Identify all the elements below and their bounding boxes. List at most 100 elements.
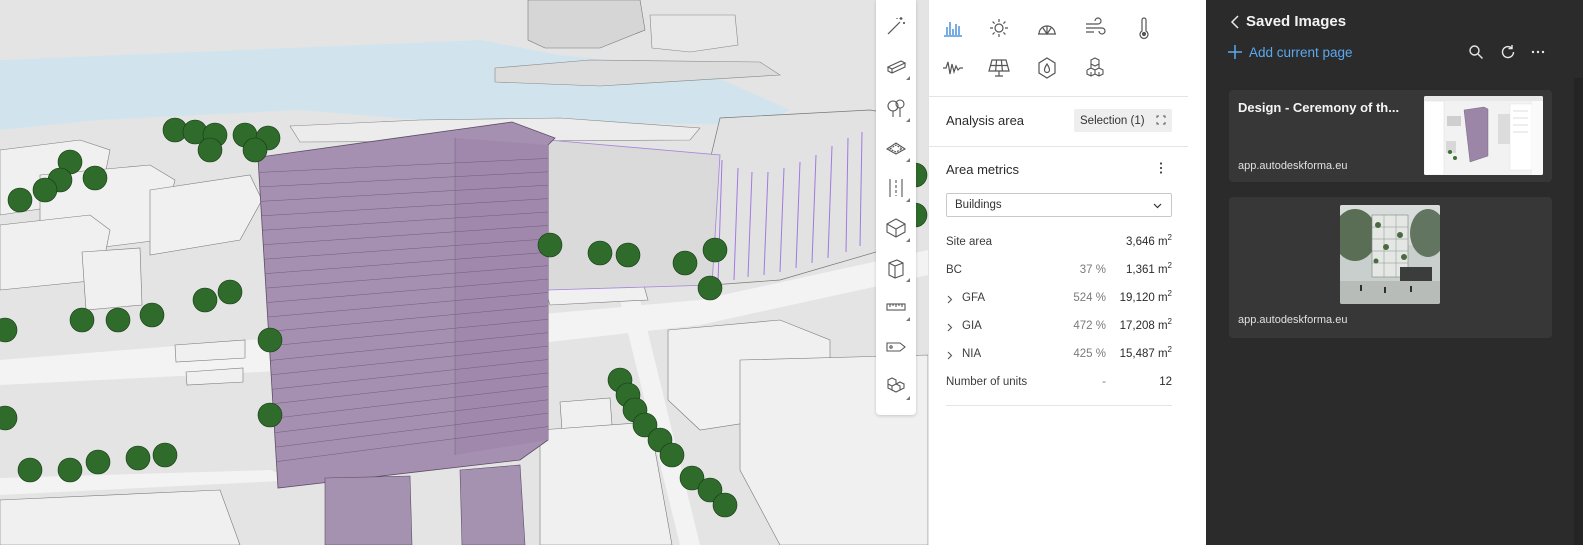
noise-wave-icon[interactable] [939,54,967,82]
metric-percent: - [1102,376,1106,388]
tree [192,287,218,313]
metric-value: 12 [1159,376,1172,388]
tree [57,457,83,483]
plus-icon [1228,45,1242,59]
wind-icon[interactable] [1081,14,1109,42]
tree-icon[interactable] [882,94,910,122]
modeling-toolbar [876,0,916,415]
magic-wand-icon[interactable] [882,12,910,40]
scrollbar[interactable] [1574,78,1583,545]
card-url: app.autodeskforma.eu [1238,160,1348,172]
metric-row[interactable]: NIA 425 % 15,487 m2 [946,345,1172,367]
wall-icon[interactable] [882,52,910,80]
tree [82,165,108,191]
3d-viewport[interactable] [0,0,928,545]
selection-button[interactable]: Selection (1) [1074,109,1172,132]
tree [672,250,698,276]
add-current-page-button[interactable]: Add current page [1228,42,1353,62]
tree [702,237,728,263]
area-metrics-label: Area metrics [946,162,1019,177]
saved-images-pane: Saved Images Add current page Design - C… [1206,0,1583,545]
city-scene [0,0,928,545]
road-icon[interactable] [882,174,910,202]
solar-panel-icon[interactable] [985,54,1013,82]
expand-icon [1156,115,1166,125]
tree [217,279,243,305]
tree [537,232,563,258]
rendering-thumbnail [1340,205,1440,304]
measure-icon[interactable] [882,293,910,321]
metric-row: Site area 3,646 m2 [946,233,1172,255]
volume-icon[interactable] [882,214,910,242]
analysis-area-label: Analysis area [946,113,1025,128]
metric-percent: 37 % [1079,264,1106,276]
saved-image-card[interactable]: app.autodeskforma.eu [1229,197,1552,338]
tree [712,492,738,518]
drop-icon[interactable] [1033,54,1061,82]
tree [7,187,33,213]
more-horizontal-icon[interactable] [1530,44,1546,60]
metric-name: GFA [962,292,986,304]
metric-percent: 524 % [1073,292,1106,304]
metric-name: Number of units [946,376,1028,388]
back-chevron-icon[interactable] [1228,14,1242,30]
chevron-down-icon [1153,203,1162,209]
chevron-right-icon[interactable] [946,351,953,360]
surface-icon[interactable] [882,134,910,162]
more-vertical-icon[interactable] [1153,160,1169,176]
tree [139,302,165,328]
metric-percent: 472 % [1073,320,1106,332]
refresh-icon[interactable] [1500,44,1516,60]
panel-gutter [1188,0,1206,545]
bar-chart-icon[interactable] [939,14,967,42]
saved-image-card[interactable]: Design - Ceremony of th... app.autodeskf… [1229,90,1552,182]
metric-name: GIA [962,320,982,332]
card-title: Design - Ceremony of th... [1238,100,1400,115]
app-root: Analysis area Selection (1) Area metrics… [0,0,1583,545]
metric-category-select[interactable]: Buildings [946,193,1172,217]
metric-row[interactable]: GFA 524 % 19,120 m2 [946,289,1172,311]
chevron-right-icon[interactable] [946,323,953,332]
tree [257,402,283,428]
metric-row: BC 37 % 1,361 m2 [946,261,1172,283]
add-label: Add current page [1249,44,1353,60]
metric-value: 15,487 m2 [1119,345,1172,360]
search-icon[interactable] [1468,44,1484,60]
sun-icon[interactable] [985,14,1013,42]
tree [105,307,131,333]
metric-row[interactable]: GIA 472 % 17,208 m2 [946,317,1172,339]
tree [32,177,58,203]
analysis-panel: Analysis area Selection (1) Area metrics… [928,0,1189,545]
dome-icon[interactable] [1033,14,1061,42]
pane-title: Saved Images [1246,13,1347,30]
tree [125,445,151,471]
tree [615,242,641,268]
building-icon[interactable] [882,254,910,282]
metric-name: BC [946,264,962,276]
tree [152,442,178,468]
tree [697,275,723,301]
metric-name: Site area [946,236,993,248]
tree [659,442,685,468]
select-value: Buildings [955,199,1002,211]
tree [197,137,223,163]
tree [17,457,43,483]
chevron-right-icon[interactable] [946,295,953,304]
selection-label: Selection (1) [1080,114,1145,127]
metric-row: Number of units - 12 [946,373,1172,395]
screenshot-thumbnail [1424,96,1543,175]
metric-value: 1,361 m2 [1125,261,1172,276]
tree [257,327,283,353]
card-url: app.autodeskforma.eu [1238,314,1348,326]
tree [587,240,613,266]
tree [242,137,268,163]
tag-icon[interactable] [882,333,910,361]
stacked-cubes-icon[interactable] [1081,54,1109,82]
metric-name: NIA [962,348,982,360]
thermometer-icon[interactable] [1130,14,1158,42]
metric-value: 3,646 m2 [1125,233,1172,248]
metric-percent: 425 % [1073,348,1106,360]
tree [85,449,111,475]
tree [69,307,95,333]
cubes-icon[interactable] [882,372,910,400]
